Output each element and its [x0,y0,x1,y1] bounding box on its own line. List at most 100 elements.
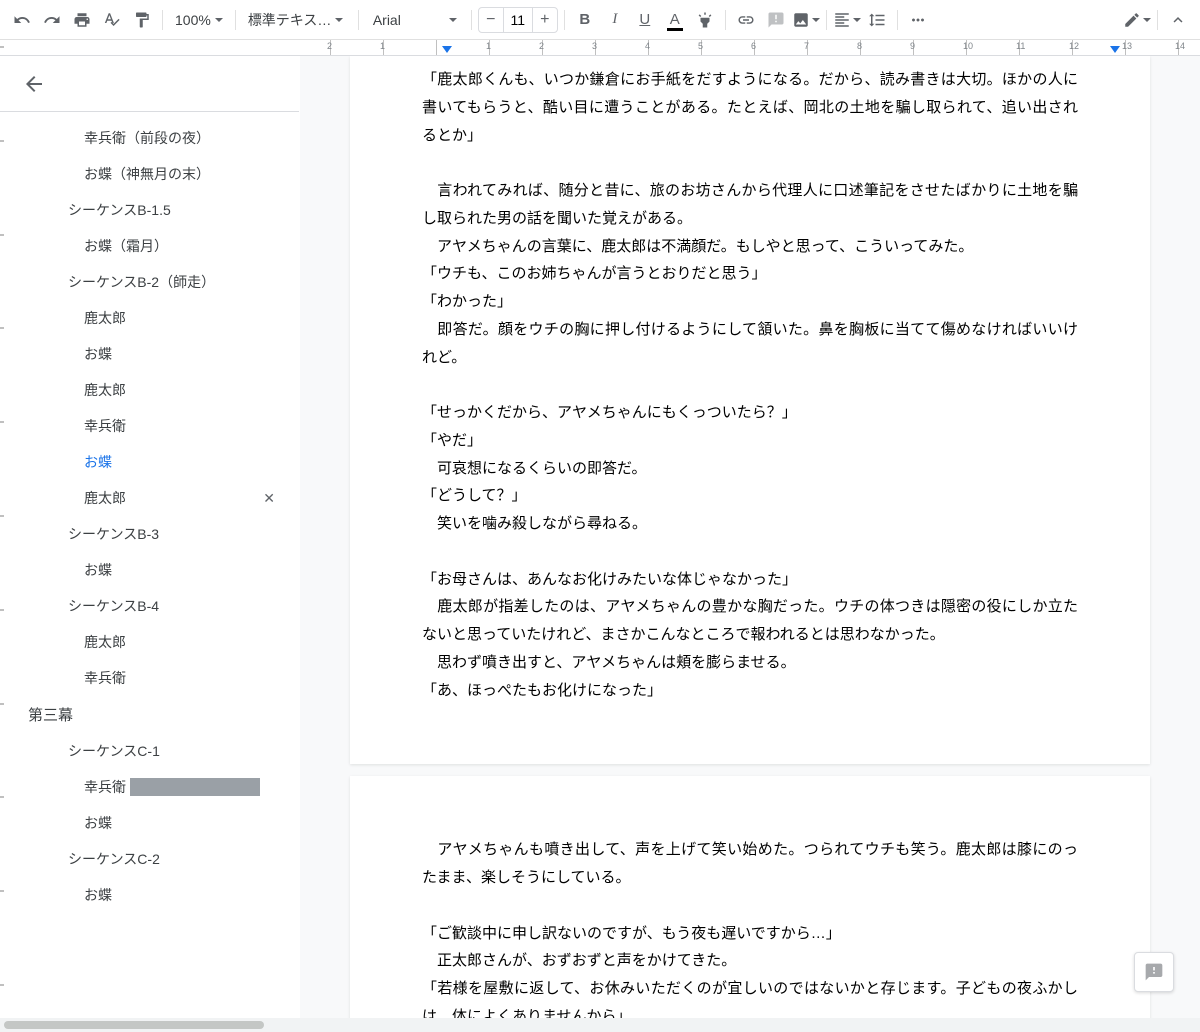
document-area[interactable]: 「鹿太郎くんも、いつか鎌倉にお手紙をだすようになる。だから、読み書きは大切。ほか… [300,56,1200,1018]
document-line[interactable]: 「やだ」 [422,427,1078,455]
outline-item[interactable]: シーケンスC-1 [0,733,299,769]
document-line[interactable]: 「ウチも、このお姉ちゃんが言うとおりだと思う」 [422,260,1078,288]
document-line[interactable]: 「わかった」 [422,288,1078,316]
outline-item[interactable]: お蝶 [0,444,299,480]
increase-font-button[interactable]: + [533,11,557,29]
left-indent-marker[interactable] [442,46,452,56]
font-size-input[interactable] [503,8,533,32]
align-button[interactable] [833,6,861,34]
outline-item[interactable]: シーケンスB-1.5 [0,192,299,228]
zoom-select[interactable]: 100% [169,7,229,33]
style-label: 標準テキス… [248,10,332,30]
document-line[interactable] [422,892,1078,920]
outline-item[interactable]: お蝶（神無月の末） [0,156,299,192]
insert-link-button[interactable] [732,6,760,34]
outline-item[interactable]: 幸兵衛（前段の夜） [0,120,299,156]
remove-outline-item-button[interactable]: ✕ [263,490,275,507]
document-line[interactable]: 「鹿太郎くんも、いつか鎌倉にお手紙をだすようになる。だから、読み書きは大切。ほか… [422,66,1078,149]
outline-item[interactable]: お蝶 [0,336,299,372]
scrollbar-thumb[interactable] [4,1021,264,1029]
outline-item[interactable]: 第三幕 [0,696,299,733]
outline-item-label: シーケンスB-3 [68,524,159,544]
more-button[interactable] [904,6,932,34]
right-indent-marker[interactable] [1110,46,1120,56]
underline-button[interactable]: U [631,6,659,34]
paragraph-style-select[interactable]: 標準テキス… [242,7,352,33]
ruler-tick: 3 [595,40,648,55]
outline-item[interactable]: 幸兵衛 [0,769,299,805]
document-line[interactable]: 「せっかくだから、アヤメちゃんにもくっついたら？」 [422,399,1078,427]
document-line[interactable]: 即答だ。顔をウチの胸に押し付けるようにして頷いた。鼻を胸板に当てて傷めなければい… [422,316,1078,372]
document-line[interactable]: 「若様を屋敷に返して、お休みいただくのが宜しいのではないかと存じます。子どもの夜… [422,975,1078,1018]
insert-comment-button[interactable] [762,6,790,34]
ruler[interactable]: 211234567891011121314151617 [0,40,1200,56]
document-line[interactable]: 「お母さんは、あんなお化けみたいな体じゃなかった」 [422,566,1078,594]
document-line[interactable]: アヤメちゃんの言葉に、鹿太郎は不満顔だ。もしやと思って、こういってみた。 [422,233,1078,261]
document-page[interactable]: 「鹿太郎くんも、いつか鎌倉にお手紙をだすようになる。だから、読み書きは大切。ほか… [350,56,1150,764]
outline-item-label: 幸兵衛（前段の夜） [84,128,210,148]
undo-button[interactable] [8,6,36,34]
ruler-tick: 9 [913,40,966,55]
italic-button[interactable]: I [601,6,629,34]
ruler-tick: 1 [383,40,436,55]
font-select[interactable]: Arial [365,7,465,33]
document-line[interactable]: 鹿太郎が指差したのは、アヤメちゃんの豊かな胸だった。ウチの体つきは隠密の役にしか… [422,593,1078,649]
outline-item[interactable]: 鹿太郎 [0,300,299,336]
ruler-tick: 10 [966,40,1019,55]
horizontal-scrollbar[interactable] [0,1018,1200,1032]
document-line[interactable]: アヤメちゃんも噴き出して、声を上げて笑い始めた。つられてウチも笑う。鹿太郎は膝に… [422,836,1078,892]
outline-item[interactable]: シーケンスC-2 [0,841,299,877]
highlight-button[interactable] [691,6,719,34]
document-line[interactable]: 言われてみれば、随分と昔に、旅のお坊さんから代理人に口述筆記をさせたばかりに土地… [422,177,1078,233]
outline-item[interactable]: 鹿太郎 [0,372,299,408]
outline-item[interactable]: 幸兵衛 [0,408,299,444]
outline-item[interactable]: 鹿太郎✕ [0,480,299,516]
document-line[interactable]: 思わず噴き出すと、アヤメちゃんは頬を膨らませる。 [422,649,1078,677]
outline-item[interactable]: お蝶（霜月） [0,228,299,264]
document-line[interactable] [422,371,1078,399]
zoom-value: 100% [175,12,211,28]
outline-item-label: 幸兵衛 [84,668,126,688]
paint-format-button[interactable] [128,6,156,34]
line-spacing-button[interactable] [863,6,891,34]
outline-item[interactable]: 幸兵衛 [0,660,299,696]
document-line[interactable] [422,149,1078,177]
chevron-down-icon [1143,18,1151,22]
chevron-down-icon [812,18,820,22]
outline-item[interactable]: お蝶 [0,805,299,841]
insert-image-button[interactable] [792,6,820,34]
outline-item-label: 鹿太郎 [84,632,126,652]
redo-button[interactable] [38,6,66,34]
document-line[interactable]: 「ご歓談中に申し訳ないのですが、もう夜も遅いですから…」 [422,920,1078,948]
outline-item[interactable]: お蝶 [0,552,299,588]
close-outline-button[interactable] [20,70,48,98]
document-line[interactable]: 「あ、ほっぺたもお化けになった」 [422,677,1078,705]
outline-item[interactable]: シーケンスB-3 [0,516,299,552]
outline-list: 幸兵衛（前段の夜） お蝶（神無月の末）シーケンスB-1.5 お蝶（霜月） シーケンスB… [0,112,299,1018]
decrease-font-button[interactable]: − [479,11,503,29]
document-line[interactable] [422,538,1078,566]
collapse-toolbar-button[interactable] [1164,6,1192,34]
outline-item[interactable]: 鹿太郎 [0,624,299,660]
outline-item[interactable]: シーケンスB-4 [0,588,299,624]
ruler-tick: 11 [1019,40,1072,55]
outline-item-label: シーケンスB-2（師走） [68,272,215,292]
bold-button[interactable]: B [571,6,599,34]
explore-button[interactable] [1134,952,1174,992]
spellcheck-button[interactable] [98,6,126,34]
chevron-down-icon [215,18,223,22]
outline-item-label: シーケンスB-4 [68,596,159,616]
outline-item[interactable]: シーケンスB-2（師走） [0,264,299,300]
document-line[interactable]: 正太郎さんが、おずおずと声をかけてきた。 [422,947,1078,975]
outline-item-label: お蝶（霜月） [84,236,168,256]
document-page[interactable]: アヤメちゃんも噴き出して、声を上げて笑い始めた。つられてウチも笑う。鹿太郎は膝に… [350,776,1150,1018]
outline-item[interactable]: お蝶 [0,877,299,913]
editing-mode-button[interactable] [1123,6,1151,34]
document-line[interactable]: 笑いを噛み殺しながら尋ねる。 [422,510,1078,538]
document-line[interactable]: 「どうして？」 [422,482,1078,510]
print-button[interactable] [68,6,96,34]
document-line[interactable]: 可哀想になるくらいの即答だ。 [422,455,1078,483]
font-name: Arial [373,12,401,28]
chevron-down-icon [449,18,457,22]
text-color-button[interactable]: A [661,6,689,34]
